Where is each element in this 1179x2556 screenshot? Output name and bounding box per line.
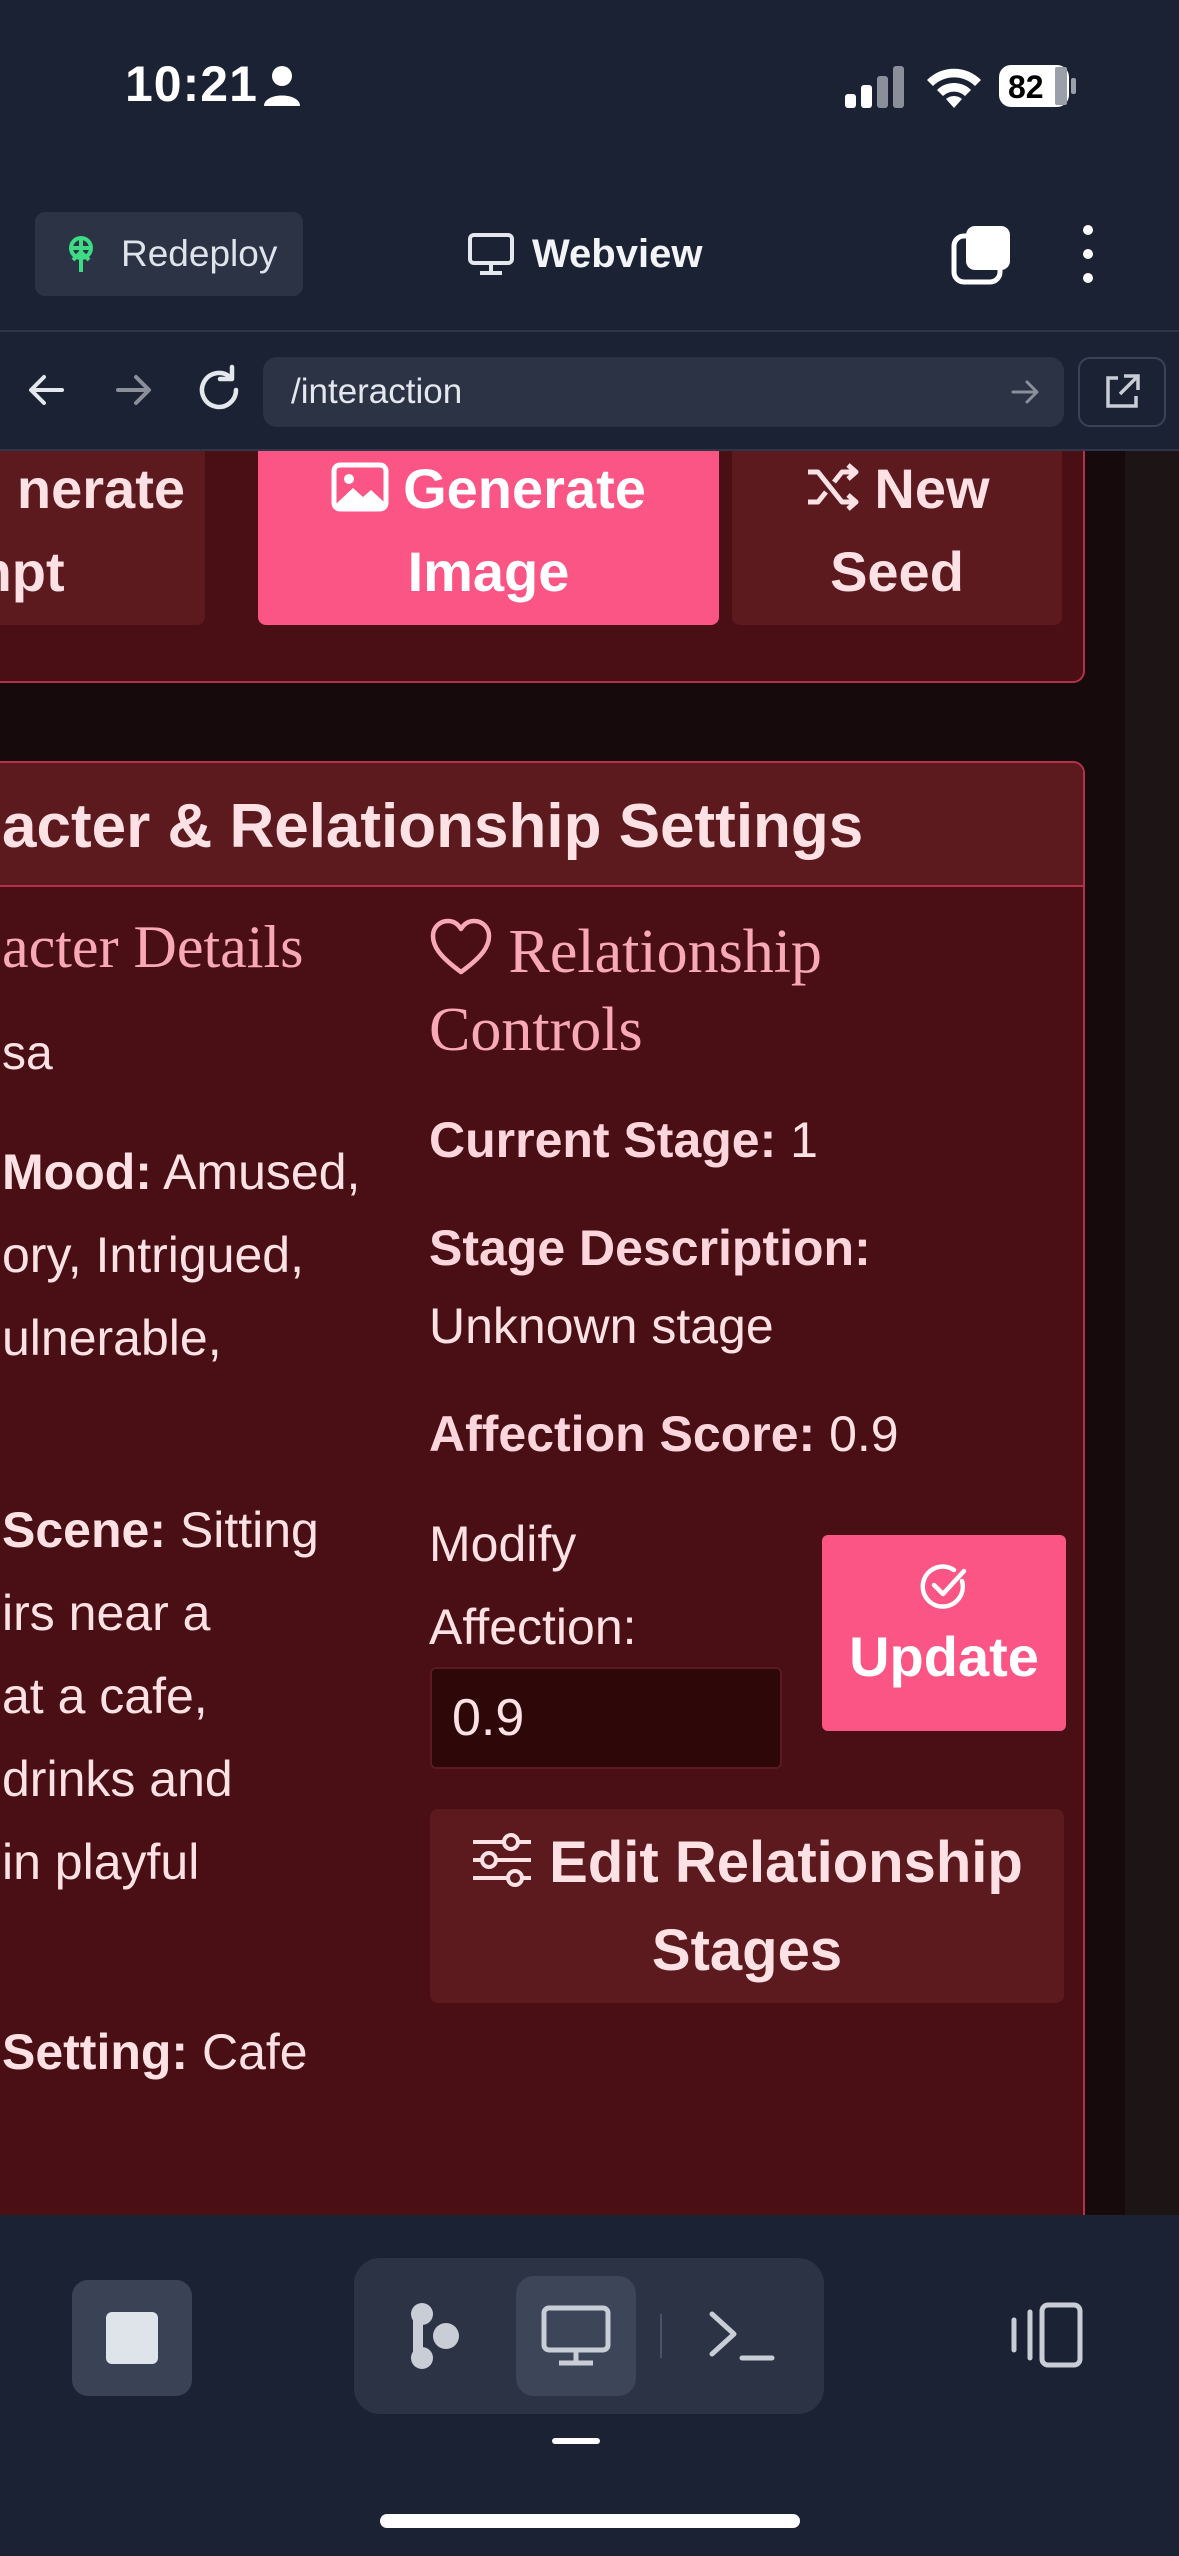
url-text: /interaction — [291, 372, 463, 411]
webview-label: Webview — [532, 231, 703, 276]
character-mood: Mood: Amused, ory, Intrigued, ulnerable, — [2, 1131, 360, 1380]
edit-relationship-stages-button[interactable]: Edit Relationship Stages — [430, 1809, 1064, 2003]
view-switcher — [354, 2258, 824, 2414]
page-gutter — [1125, 451, 1179, 2215]
terminal-icon[interactable] — [706, 2306, 776, 2366]
regenerate-prompt-button[interactable]: nerate mpt — [0, 451, 205, 625]
update-label: Update — [849, 1625, 1039, 1688]
heart-icon — [430, 918, 492, 975]
segment-divider — [660, 2314, 662, 2358]
arrow-right-icon[interactable] — [1008, 375, 1042, 409]
header-divider — [0, 330, 1179, 332]
character-setting: Setting: Cafe — [2, 2011, 308, 2094]
character-details-title: acter Details — [2, 914, 304, 980]
action-panel: nerate mpt Generate Image New Seed — [0, 451, 1085, 683]
more-icon[interactable] — [1070, 222, 1106, 286]
current-stage-value: 1 — [790, 1112, 818, 1168]
affection-input[interactable]: 0.9 — [430, 1667, 782, 1769]
reload-icon[interactable] — [192, 363, 246, 417]
webview-tab-title[interactable]: Webview — [468, 224, 702, 284]
url-input[interactable]: /interaction — [263, 357, 1064, 427]
affection-score: Affection Score: 0.9 — [429, 1395, 899, 1473]
relationship-controls-title: Relationship Controls — [429, 913, 822, 1069]
image-icon — [331, 462, 389, 512]
wifi-icon — [927, 68, 981, 108]
monitor-icon — [468, 233, 514, 275]
new-seed-line1: New — [874, 457, 990, 520]
new-seed-button[interactable]: New Seed — [732, 451, 1062, 625]
sliders-icon — [473, 1833, 532, 1887]
redeploy-icon — [69, 236, 93, 272]
mood-label: Mood: — [2, 1144, 152, 1200]
scene-line-2: irs near a — [2, 1585, 211, 1641]
generate-image-button[interactable]: Generate Image — [258, 451, 719, 625]
mood-line-2: ory, Intrigued, — [2, 1227, 305, 1283]
current-stage-label: Current Stage: — [429, 1112, 777, 1168]
signal-icon — [845, 66, 904, 108]
stop-button[interactable] — [72, 2280, 192, 2396]
tabs-icon[interactable] — [950, 222, 1014, 286]
status-time: 10:21 — [125, 56, 258, 112]
settings-card: acter & Relationship Settings acter Deta… — [0, 761, 1085, 2215]
check-circle-icon — [920, 1564, 967, 1609]
mood-line-3: ulnerable, — [2, 1310, 222, 1366]
relationship-title-line1: Relationship — [508, 918, 822, 986]
affection-score-label: Affection Score: — [429, 1406, 816, 1462]
monitor-icon — [541, 2305, 611, 2366]
scene-line-3: at a cafe, — [2, 1668, 208, 1724]
settings-header: acter & Relationship Settings — [0, 763, 1083, 887]
new-seed-line2: Seed — [830, 540, 964, 603]
webview-segment[interactable] — [516, 2276, 636, 2396]
edit-stages-line1: Edit Relationship — [549, 1830, 1023, 1895]
setting-label: Setting: — [2, 2024, 189, 2080]
redeploy-label: Redeploy — [121, 233, 278, 274]
agent-icon[interactable] — [404, 2300, 468, 2372]
update-button[interactable]: Update — [822, 1535, 1066, 1731]
devices-icon[interactable] — [1008, 2302, 1084, 2368]
edit-stages-line2: Stages — [651, 1918, 843, 1983]
webview-content[interactable]: nerate mpt Generate Image New Seed — [0, 451, 1179, 2215]
person-icon — [264, 66, 300, 106]
relationship-title-line2: Controls — [429, 996, 643, 1064]
open-external-button[interactable] — [1078, 357, 1166, 427]
setting-value: Cafe — [202, 2024, 308, 2080]
external-link-icon — [1106, 374, 1140, 408]
stage-description-label: Stage Description: — [429, 1220, 871, 1276]
character-scene: Scene: Sitting irs near a at a cafe, dri… — [2, 1489, 319, 1904]
modify-affection-label: Modify Affection: — [429, 1503, 637, 1669]
scene-line-4: drinks and — [2, 1751, 233, 1807]
scene-line-1: Sitting — [179, 1502, 319, 1558]
battery-icon: 82 — [998, 64, 1078, 108]
regenerate-prompt-line2: mpt — [0, 540, 65, 603]
regenerate-prompt-line1: nerate — [16, 457, 185, 520]
generate-image-line2: Image — [407, 540, 570, 603]
back-icon[interactable] — [22, 365, 72, 415]
settings-title: acter & Relationship Settings — [2, 792, 864, 861]
scene-label: Scene: — [2, 1502, 166, 1558]
affection-input-value: 0.9 — [452, 1689, 525, 1747]
mood-line-1: Amused, — [163, 1144, 361, 1200]
forward-icon[interactable] — [108, 365, 158, 415]
home-indicator[interactable] — [380, 2514, 800, 2528]
modify-label-line2: Affection: — [429, 1599, 637, 1655]
character-name: sa — [2, 1027, 53, 1080]
shuffle-icon — [808, 463, 859, 511]
current-stage: Current Stage: 1 — [429, 1101, 818, 1179]
drawer-handle[interactable] — [552, 2438, 600, 2444]
generate-image-line1: Generate — [403, 457, 646, 520]
battery-level: 82 — [1008, 69, 1044, 105]
affection-score-value: 0.9 — [829, 1406, 899, 1462]
modify-label-line1: Modify — [429, 1516, 577, 1572]
stage-description: Stage Description: Unknown stage — [429, 1209, 871, 1365]
redeploy-button[interactable]: Redeploy — [35, 212, 303, 296]
stop-icon — [106, 2312, 158, 2364]
scene-line-5: in playful — [2, 1834, 200, 1890]
stage-description-value: Unknown stage — [429, 1298, 774, 1354]
